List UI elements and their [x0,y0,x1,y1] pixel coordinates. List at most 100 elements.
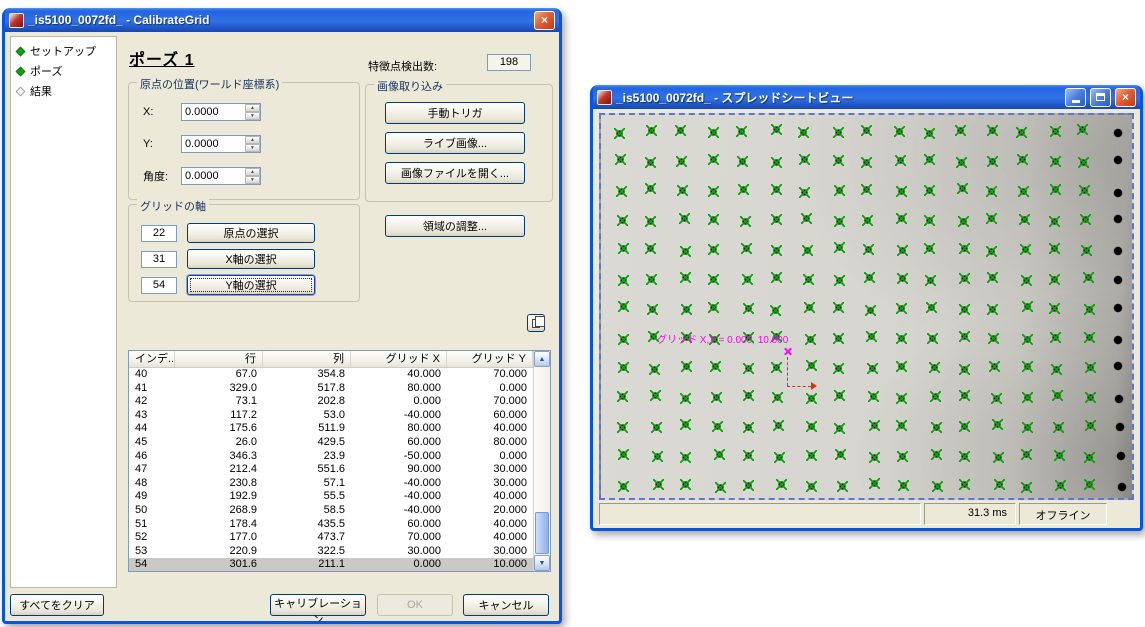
cancel-button[interactable]: キャンセル [463,594,549,616]
scrollbar-track[interactable] [534,367,550,555]
spin-down-icon[interactable]: ▼ [245,176,260,184]
grid-dot [1112,187,1124,199]
table-cell: -40.000 [351,504,447,518]
grid-dot [957,183,968,194]
grid-dot [1016,127,1027,138]
sidebar-item-pose[interactable]: ポーズ [13,61,114,81]
x-spinner[interactable]: ▲▼ [181,103,261,121]
grid-dot [710,361,721,372]
grid-dot [897,451,908,462]
table-row[interactable]: 47212.4551.690.00030.000 [129,463,533,477]
spin-up-icon[interactable]: ▲ [245,136,260,144]
y-input[interactable] [182,136,245,152]
angle-spinner[interactable]: ▲▼ [181,167,261,185]
close-icon[interactable]: × [1115,88,1136,107]
grid-dot [959,421,970,432]
column-header[interactable]: 行 [175,351,263,367]
table-cell: 40.000 [447,518,533,532]
live-image-button[interactable]: ライブ画像... [385,132,525,154]
table-row[interactable]: 54301.6211.10.00010.000 [129,558,533,571]
minimize-icon[interactable] [1065,88,1086,107]
calibration-button[interactable]: キャリブレーション [270,594,366,616]
table-cell: 48 [129,477,175,491]
grid-dot [770,305,781,316]
origin-angle-row: 角度: ▲▼ [143,167,261,185]
table-row[interactable]: 48230.857.1-40.00030.000 [129,477,533,491]
angle-input[interactable] [182,168,245,184]
grid-dot [894,126,905,137]
camera-image-view[interactable]: グリッド X,Y = 0.000, 10.000 [599,113,1134,500]
sidebar-item-results[interactable]: 結果 [13,81,114,101]
grid-dot [834,185,845,196]
open-image-file-button[interactable]: 画像ファイルを開く... [385,162,525,184]
grid-dot [987,125,998,136]
table-row[interactable]: 4067.0354.840.00070.000 [129,368,533,382]
table-cell: 44 [129,422,175,436]
table-row[interactable]: 52177.0473.770.00040.000 [129,531,533,545]
table-scrollbar[interactable]: ▲ ▼ [533,351,550,571]
grid-dot [681,304,692,315]
spin-up-icon[interactable]: ▲ [245,168,260,176]
grid-dot [1049,243,1060,254]
spreadsheet-view-window: _is5100_0072fd_ - スプレッドシートビュー × グリッド X,Y… [590,85,1143,531]
adjust-region-button[interactable]: 領域の調整... [385,215,525,237]
table-row[interactable]: 4526.0429.560.00080.000 [129,436,533,450]
table-row[interactable]: 50268.958.5-40.00020.000 [129,504,533,518]
origin-position-group: 原点の位置(ワールド座標系) X: ▲▼ Y: ▲▼ 角度: ▲▼ [128,82,360,200]
table-cell: 40.000 [351,368,447,382]
sidebar-item-setup[interactable]: セットアップ [13,41,114,61]
spreadsheet-titlebar[interactable]: _is5100_0072fd_ - スプレッドシートビュー × [593,85,1140,109]
grid-dot [1020,244,1031,255]
grid-dot [645,216,656,227]
grid-dot [959,390,970,401]
spin-up-icon[interactable]: ▲ [245,104,260,112]
table-row[interactable]: 53220.9322.530.00030.000 [129,545,533,559]
column-header[interactable]: 列 [263,351,351,367]
table-row[interactable]: 43117.253.0-40.00060.000 [129,409,533,423]
table-cell: 202.8 [263,395,351,409]
copy-button[interactable] [527,314,545,332]
scroll-down-icon[interactable]: ▼ [534,555,550,571]
app-icon [597,90,612,105]
select-x-axis-button[interactable]: X軸の選択 [187,249,315,269]
copy-icon [532,319,540,328]
y-spinner[interactable]: ▲▼ [181,135,261,153]
maximize-icon[interactable] [1090,88,1111,107]
table-row[interactable]: 41329.0517.880.0000.000 [129,382,533,396]
spin-down-icon[interactable]: ▼ [245,144,260,152]
table-row[interactable]: 44175.6511.980.00040.000 [129,422,533,436]
table-cell: 51 [129,518,175,532]
select-y-axis-button[interactable]: Y軸の選択 [187,275,315,295]
grid-dot [742,274,753,285]
x-input[interactable] [182,104,245,120]
grid-dot [1052,390,1063,401]
table-row[interactable]: 46346.323.9-50.0000.000 [129,450,533,464]
ok-button[interactable]: OK [377,594,453,616]
grid-dot [799,154,810,165]
table-cell: 10.000 [447,558,533,571]
close-icon[interactable]: × [534,11,555,30]
grid-dot [1021,275,1032,286]
column-header[interactable]: インデ... [129,351,175,367]
column-header[interactable]: グリッド X [351,351,447,367]
calibrate-titlebar[interactable]: _is5100_0072fd_ - CalibrateGrid × [5,8,559,32]
calibrate-dialog-body: セットアップ ポーズ 結果 ポーズ 1 特徴点検出数: 198 原点の位置(ワー… [5,32,559,621]
grid-dot [645,157,656,168]
manual-trigger-button[interactable]: 手動トリガ [385,102,525,124]
grid-dot [618,362,629,373]
clear-all-button[interactable]: すべてをクリア [10,594,104,616]
table-row[interactable]: 49192.955.5-40.00040.000 [129,490,533,504]
axis-indicator-vertical-line [787,357,788,386]
table-cell: 178.4 [175,518,263,532]
grid-dot [987,304,998,315]
grid-dot [993,452,1004,463]
column-header[interactable]: グリッド Y [447,351,533,367]
spin-down-icon[interactable]: ▼ [245,112,260,120]
scroll-up-icon[interactable]: ▲ [534,351,550,367]
scrollbar-thumb[interactable] [535,512,549,554]
table-cell: 53.0 [263,409,351,423]
grid-dot [736,126,747,137]
table-row[interactable]: 51178.4435.560.00040.000 [129,518,533,532]
select-origin-button[interactable]: 原点の選択 [187,223,315,243]
table-row[interactable]: 4273.1202.80.00070.000 [129,395,533,409]
